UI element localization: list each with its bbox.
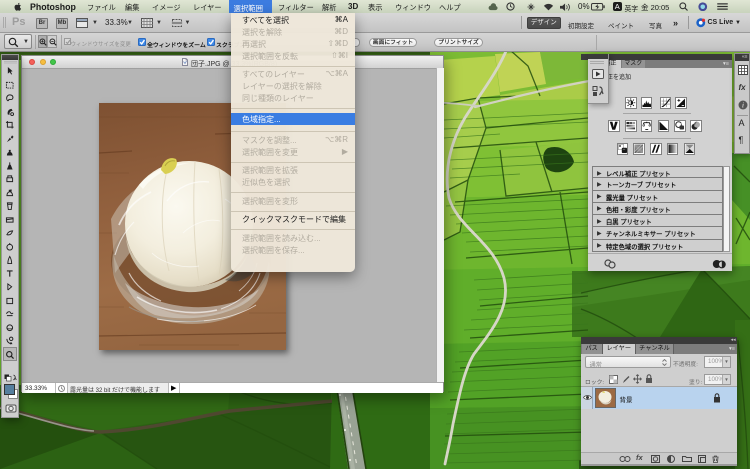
- svg-text:i: i: [742, 101, 744, 109]
